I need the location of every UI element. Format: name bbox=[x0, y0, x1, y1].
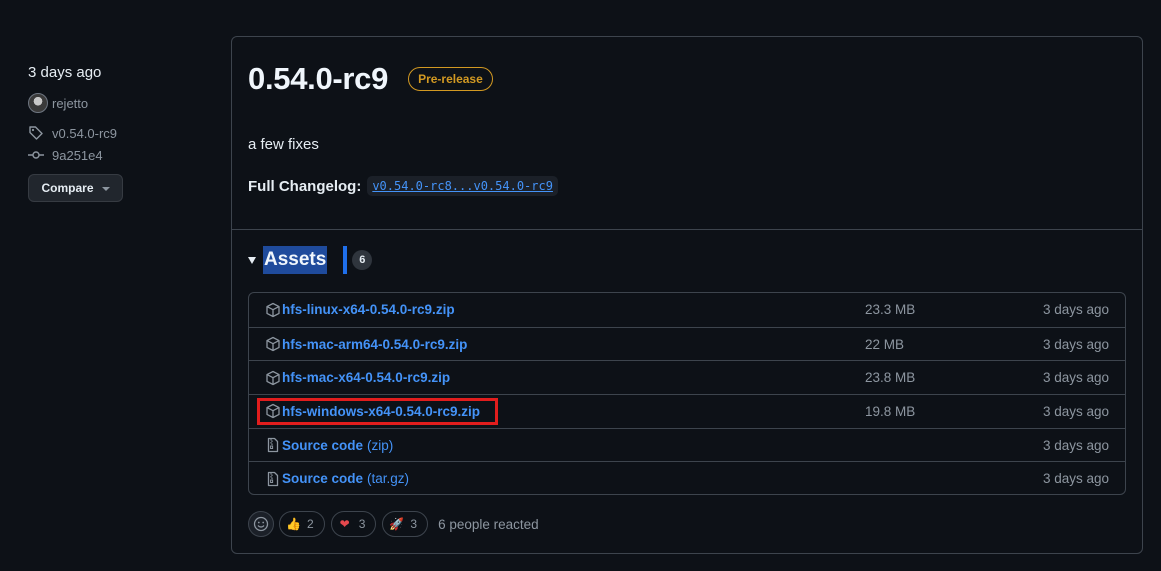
file-zip-icon bbox=[265, 471, 281, 487]
asset-link[interactable]: hfs-mac-arm64-0.54.0-rc9.zip bbox=[282, 337, 467, 352]
file-zip-icon bbox=[265, 437, 281, 453]
reaction-count: 3 bbox=[358, 517, 366, 531]
assets-heading[interactable]: Assets bbox=[263, 246, 328, 274]
asset-date: 3 days ago bbox=[1042, 336, 1109, 352]
commit-sha[interactable]: 9a251e4 bbox=[52, 148, 103, 163]
changelog-code: v0.54.0-rc8...v0.54.0-rc9 bbox=[367, 176, 558, 196]
author-row[interactable]: rejetto bbox=[28, 92, 208, 114]
reaction-thumbs-up[interactable]: 👍 2 bbox=[279, 511, 325, 537]
asset-name-cell: hfs-windows-x64-0.54.0-rc9.zip bbox=[265, 403, 480, 419]
changelog-link[interactable]: v0.54.0-rc8...v0.54.0-rc9 bbox=[372, 179, 553, 193]
asset-link[interactable]: hfs-windows-x64-0.54.0-rc9.zip bbox=[282, 404, 480, 419]
reaction-heart[interactable]: ❤ 3 bbox=[330, 511, 377, 537]
assets-list: hfs-linux-x64-0.54.0-rc9.zip 23.3 MB 3 d… bbox=[248, 292, 1126, 495]
commit-row[interactable]: 9a251e4 bbox=[28, 144, 208, 166]
asset-size: 23.3 MB bbox=[865, 302, 916, 318]
asset-link[interactable]: hfs-mac-x64-0.54.0-rc9.zip bbox=[282, 370, 450, 385]
chevron-down-icon bbox=[101, 186, 110, 191]
reaction-count: 2 bbox=[307, 517, 314, 531]
triangle-down-icon bbox=[248, 256, 256, 264]
asset-size: 22 MB bbox=[865, 336, 905, 352]
asset-row: Source code (tar.gz) 3 days ago bbox=[249, 461, 1125, 494]
asset-date: 3 days ago bbox=[1042, 471, 1109, 487]
asset-date: 3 days ago bbox=[1042, 437, 1109, 453]
asset-date: 3 days ago bbox=[1042, 302, 1109, 318]
release-title[interactable]: 0.54.0-rc9 bbox=[248, 61, 388, 97]
asset-row: hfs-linux-x64-0.54.0-rc9.zip 23.3 MB 3 d… bbox=[249, 293, 1125, 327]
asset-link-name: Source code bbox=[282, 437, 364, 453]
asset-name-cell: hfs-mac-x64-0.54.0-rc9.zip bbox=[265, 370, 450, 386]
asset-link[interactable]: hfs-linux-x64-0.54.0-rc9.zip bbox=[282, 302, 455, 317]
asset-row: hfs-windows-x64-0.54.0-rc9.zip 19.8 MB 3… bbox=[249, 394, 1125, 428]
release-description: a few fixes bbox=[248, 136, 319, 153]
asset-link[interactable]: Source code (zip) bbox=[282, 438, 393, 453]
tag-row[interactable]: v0.54.0-rc9 bbox=[28, 122, 208, 144]
asset-link[interactable]: Source code (tar.gz) bbox=[282, 471, 409, 486]
package-icon bbox=[265, 336, 281, 352]
release-date: 3 days ago bbox=[28, 64, 102, 81]
asset-link-name: Source code bbox=[282, 471, 364, 487]
text-selection-caret bbox=[343, 246, 348, 274]
asset-row: Source code (zip) 3 days ago bbox=[249, 427, 1125, 462]
asset-size: 23.8 MB bbox=[865, 370, 916, 386]
compare-label: Compare bbox=[41, 181, 94, 195]
git-commit-icon bbox=[28, 147, 48, 163]
asset-name-cell: Source code (tar.gz) bbox=[265, 471, 409, 487]
smiley-icon bbox=[253, 516, 269, 532]
asset-link-suffix: (tar.gz) bbox=[367, 471, 410, 487]
assets-toggle[interactable]: Assets 6 bbox=[248, 246, 373, 274]
package-icon bbox=[265, 403, 281, 419]
tag-name[interactable]: v0.54.0-rc9 bbox=[52, 126, 117, 141]
asset-date: 3 days ago bbox=[1042, 403, 1109, 419]
release-card: 0.54.0-rc9 Pre-release a few fixes Full … bbox=[231, 36, 1143, 554]
asset-size: 19.8 MB bbox=[865, 403, 916, 419]
release-sidebar: 3 days ago rejetto v0.54.0-rc9 9a251e4 C… bbox=[28, 62, 208, 202]
reactions-summary: 6 people reacted bbox=[438, 516, 539, 532]
prerelease-badge: Pre-release bbox=[408, 67, 493, 91]
asset-name-cell: Source code (zip) bbox=[265, 437, 393, 453]
package-icon bbox=[265, 370, 281, 386]
reaction-rocket[interactable]: 🚀 3 bbox=[382, 511, 429, 537]
reactions-bar: 👍 2 ❤ 3 🚀 3 6 people reacted bbox=[248, 511, 539, 537]
assets-count-badge: 6 bbox=[352, 250, 373, 270]
reaction-count: 3 bbox=[410, 517, 418, 531]
asset-row: hfs-mac-arm64-0.54.0-rc9.zip 22 MB 3 day… bbox=[249, 326, 1125, 361]
changelog-label: Full Changelog: bbox=[248, 177, 362, 195]
thumbs-up-icon: 👍 bbox=[286, 517, 301, 531]
asset-name-cell: hfs-linux-x64-0.54.0-rc9.zip bbox=[265, 302, 455, 318]
full-changelog: Full Changelog: v0.54.0-rc8...v0.54.0-rc… bbox=[248, 176, 558, 196]
avatar[interactable] bbox=[28, 93, 48, 113]
asset-date: 3 days ago bbox=[1042, 370, 1109, 386]
divider bbox=[232, 229, 1142, 230]
author-name[interactable]: rejetto bbox=[52, 96, 88, 111]
package-icon bbox=[265, 302, 281, 318]
compare-button[interactable]: Compare bbox=[28, 174, 123, 202]
asset-row: hfs-mac-x64-0.54.0-rc9.zip 23.8 MB 3 day… bbox=[249, 360, 1125, 394]
rocket-icon: 🚀 bbox=[389, 517, 405, 531]
release-header: 0.54.0-rc9 Pre-release bbox=[248, 61, 493, 97]
tag-icon bbox=[28, 125, 48, 141]
asset-link-suffix: (zip) bbox=[367, 437, 394, 453]
asset-name-cell: hfs-mac-arm64-0.54.0-rc9.zip bbox=[265, 336, 467, 352]
add-reaction-button[interactable] bbox=[248, 511, 274, 537]
heart-icon: ❤ bbox=[339, 517, 350, 531]
